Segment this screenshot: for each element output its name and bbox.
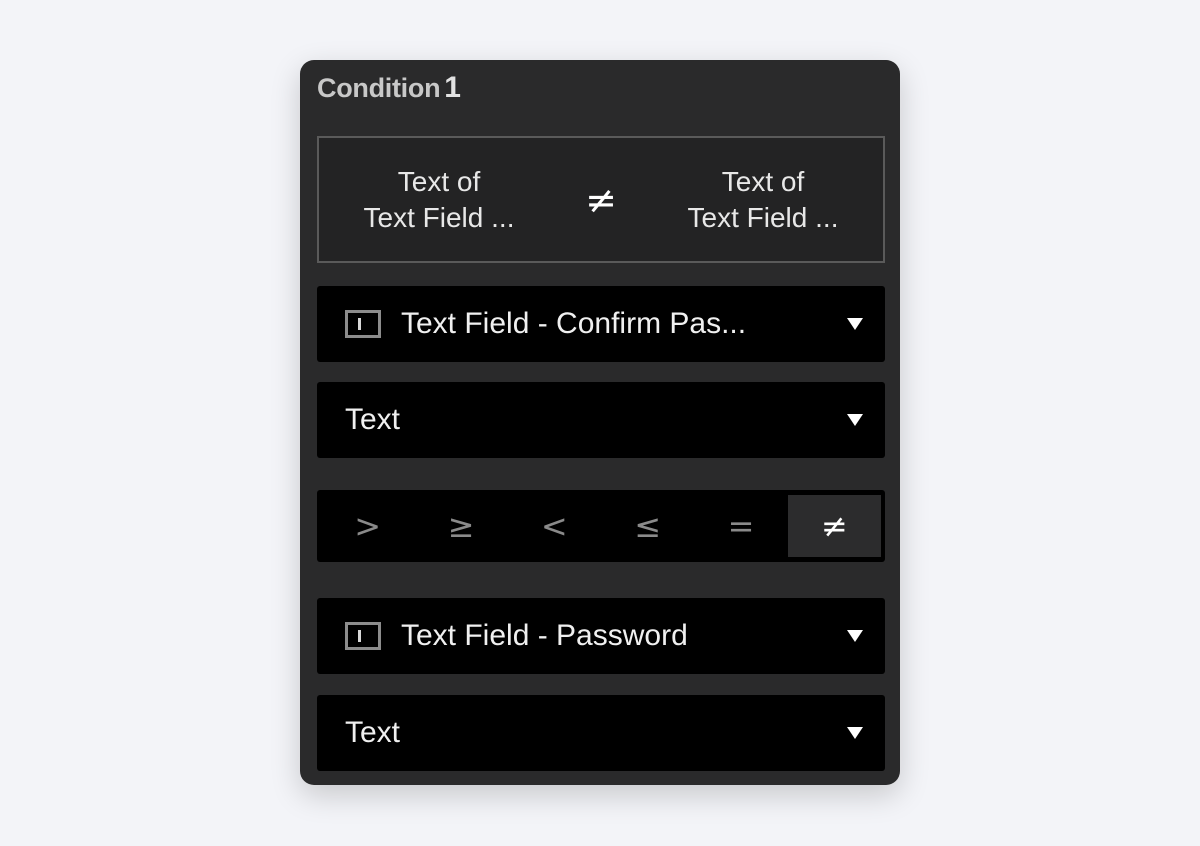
- left-element-label: Text Field - Confirm Pas...: [401, 307, 747, 340]
- text-field-icon: [345, 622, 381, 650]
- condition-number: 1: [444, 71, 461, 104]
- operator-not-equal[interactable]: ≠: [787, 495, 881, 557]
- condition-panel: Condition 1 Text of Text Field ... ≠ Text…: [300, 60, 900, 785]
- right-property-dropdown[interactable]: Text: [317, 695, 885, 771]
- right-property-label: Text: [345, 716, 401, 749]
- condition-title: Condition 1: [317, 70, 461, 106]
- summary-operator: ≠: [585, 177, 617, 222]
- operator-less-or-equal[interactable]: ≤: [601, 495, 694, 557]
- condition-title-label: Condition: [317, 73, 441, 103]
- chevron-down-icon: [847, 727, 863, 739]
- text-field-icon: [345, 310, 381, 338]
- summary-right-line1: Text of: [721, 165, 805, 197]
- chevron-down-icon: [847, 318, 863, 330]
- summary-right-operand: Text of Text Field ...: [643, 164, 883, 236]
- right-element-dropdown[interactable]: Text Field - Password: [317, 598, 885, 674]
- operator-selector: > ≥ < ≤ = ≠: [317, 490, 885, 562]
- summary-left-line1: Text of: [397, 165, 481, 197]
- summary-left-line2: Text Field ...: [363, 201, 515, 233]
- left-element-dropdown[interactable]: Text Field - Confirm Pas...: [317, 286, 885, 362]
- left-property-dropdown[interactable]: Text: [317, 382, 885, 458]
- chevron-down-icon: [847, 414, 863, 426]
- operator-equal[interactable]: =: [694, 495, 787, 557]
- left-property-label: Text: [345, 403, 401, 436]
- operator-greater-or-equal[interactable]: ≥: [414, 495, 507, 557]
- chevron-down-icon: [847, 630, 863, 642]
- operator-less-than[interactable]: <: [508, 495, 601, 557]
- summary-left-operand: Text of Text Field ...: [319, 164, 559, 236]
- condition-summary: Text of Text Field ... ≠ Text of Text Fi…: [317, 136, 885, 263]
- right-element-label: Text Field - Password: [401, 619, 688, 652]
- summary-right-line2: Text Field ...: [687, 201, 839, 233]
- operator-greater-than[interactable]: >: [321, 495, 414, 557]
